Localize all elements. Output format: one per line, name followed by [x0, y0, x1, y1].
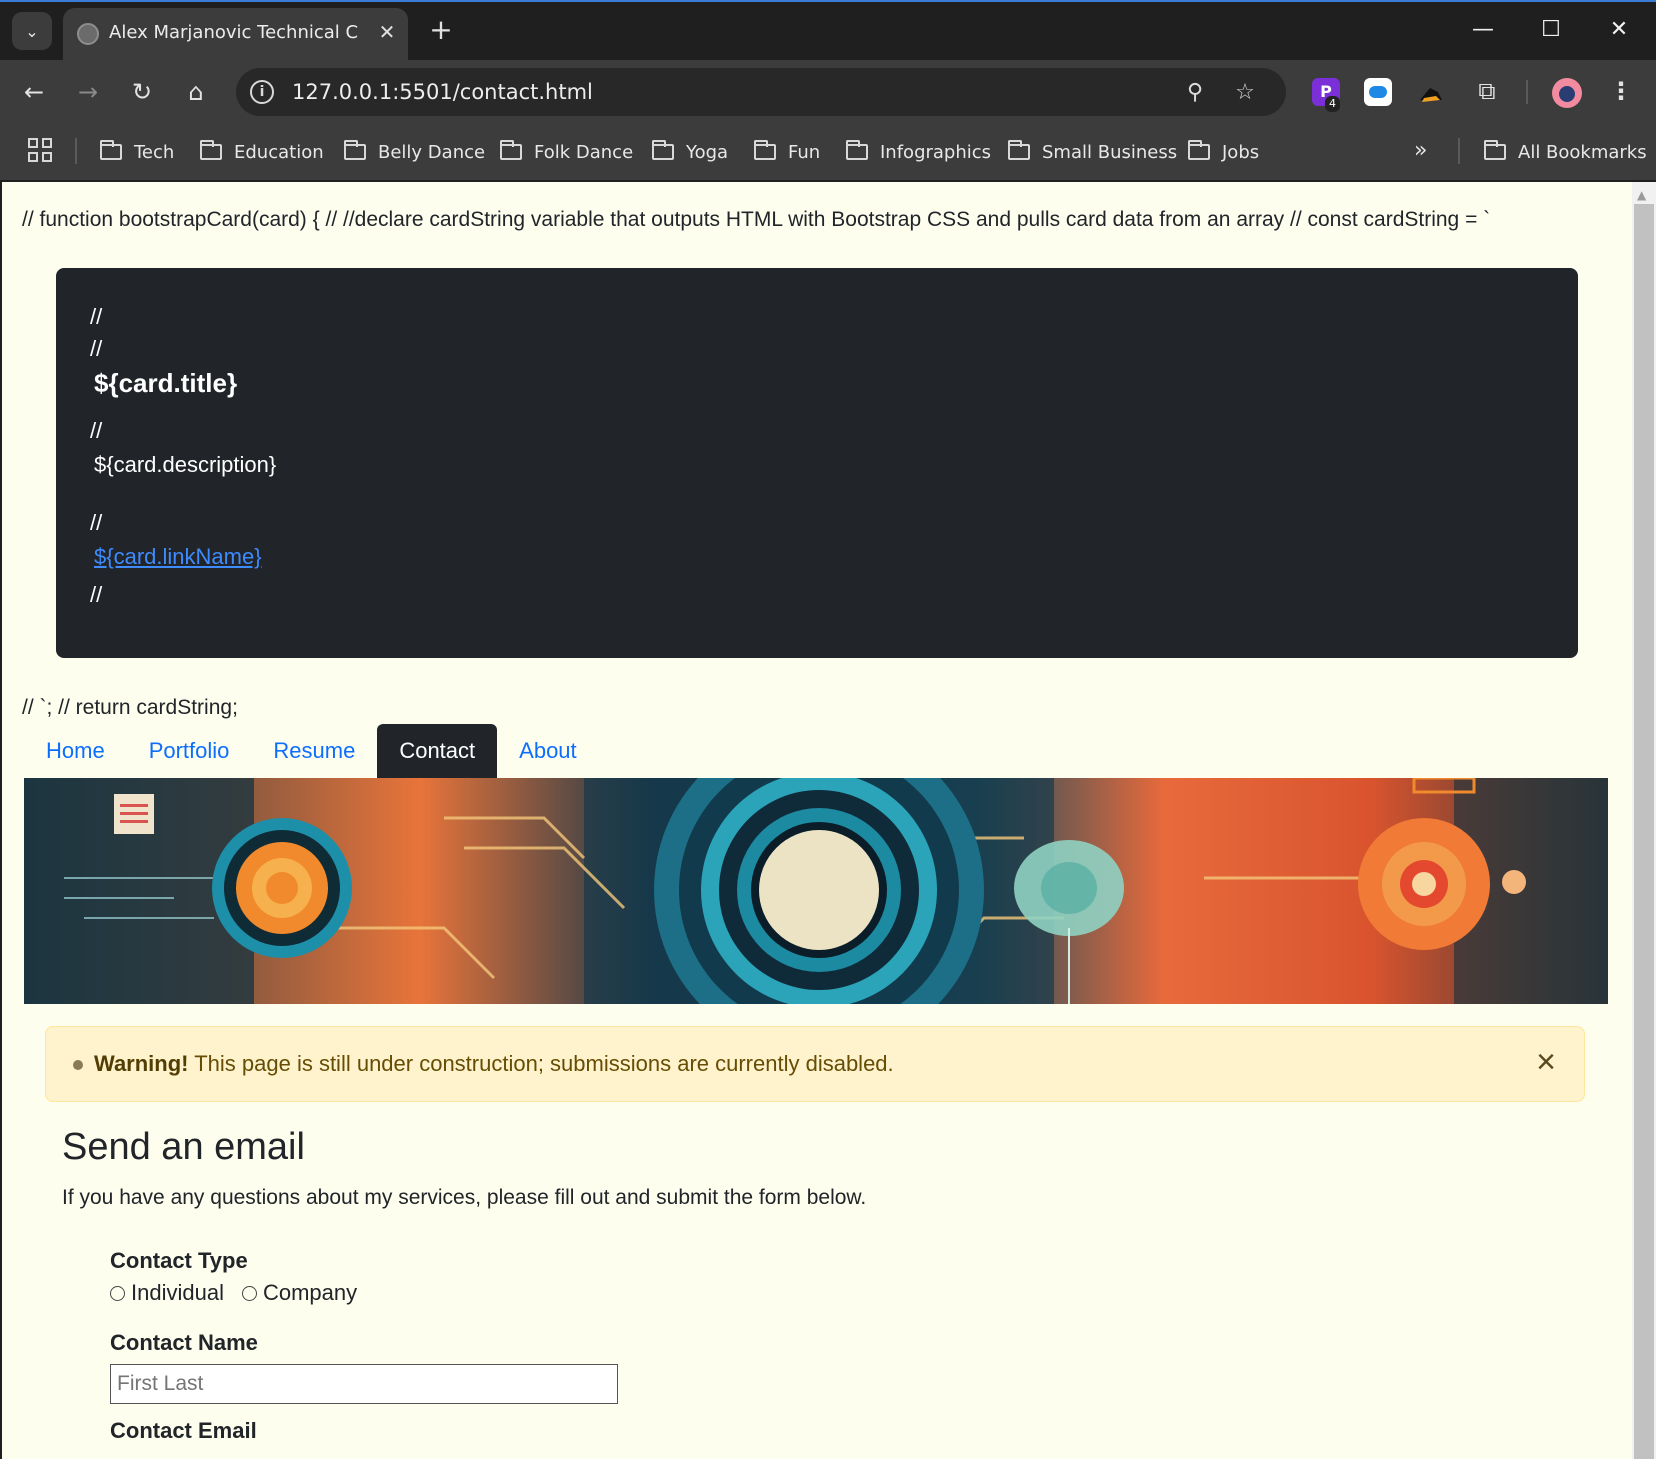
- alert-strong: Warning!: [94, 1051, 189, 1076]
- bookmarks-overflow-icon[interactable]: »: [1414, 138, 1427, 163]
- folder-icon: [754, 140, 776, 160]
- bookmarks-divider: [75, 138, 77, 164]
- nav-resume[interactable]: Resume: [251, 724, 377, 778]
- folder-icon: [344, 140, 366, 160]
- radio-individual-label[interactable]: Individual: [131, 1280, 224, 1306]
- radio-company-label[interactable]: Company: [263, 1280, 357, 1306]
- tab-search-button[interactable]: ⌄: [12, 12, 52, 50]
- bookmark-star-icon[interactable]: ☆: [1230, 78, 1260, 108]
- folder-icon: [1008, 140, 1030, 160]
- close-window-button[interactable]: ✕: [1594, 10, 1644, 50]
- page-viewport: // function bootstrapCard(card) { // //d…: [2, 182, 1632, 1459]
- alert-message: Warning! This page is still under constr…: [94, 1051, 894, 1077]
- browser-menu-icon[interactable]: ⋮: [1606, 74, 1636, 108]
- zoom-icon[interactable]: ⚲: [1180, 78, 1210, 108]
- card-title: ${card.title}: [94, 368, 238, 398]
- home-button[interactable]: ⌂: [176, 72, 216, 112]
- folder-icon: [652, 140, 674, 160]
- profile-avatar[interactable]: [1552, 78, 1582, 108]
- card-link[interactable]: ${card.linkName}: [94, 544, 262, 570]
- bookmark-folder-tech[interactable]: Tech: [100, 136, 174, 168]
- folder-icon: [1188, 140, 1210, 160]
- bullet-icon: [73, 1060, 83, 1070]
- minimize-button[interactable]: —: [1458, 10, 1508, 50]
- bookmark-folder-yoga[interactable]: Yoga: [652, 136, 728, 168]
- new-tab-button[interactable]: +: [424, 14, 458, 48]
- folder-icon: [846, 140, 868, 160]
- all-bookmarks-folder[interactable]: All Bookmarks: [1484, 136, 1647, 168]
- tab-title: Alex Marjanovic Technical Communicator: [109, 22, 359, 43]
- page-heading: Send an email: [62, 1126, 305, 1168]
- alert-close-icon[interactable]: ×: [1528, 1045, 1564, 1081]
- bookmark-folder-jobs[interactable]: Jobs: [1188, 136, 1259, 168]
- warning-alert: Warning! This page is still under constr…: [45, 1026, 1585, 1102]
- contact-type-radios: Individual Company: [110, 1280, 375, 1306]
- extension-badge: 4: [1325, 96, 1340, 112]
- forward-button[interactable]: →: [68, 72, 108, 112]
- extensions-puzzle-icon[interactable]: ⧉: [1470, 74, 1504, 108]
- contact-name-input[interactable]: [110, 1364, 618, 1404]
- card-comment: //: [90, 418, 103, 443]
- contact-email-label: Contact Email: [110, 1418, 257, 1443]
- site-nav: Home Portfolio Resume Contact About: [24, 724, 599, 778]
- maximize-button[interactable]: ☐: [1526, 10, 1576, 50]
- bookmark-folder-fun[interactable]: Fun: [754, 136, 820, 168]
- folder-icon: [1484, 140, 1506, 160]
- nav-portfolio[interactable]: Portfolio: [127, 724, 252, 778]
- folder-icon: [500, 140, 522, 160]
- tab-bar: ⌄ Alex Marjanovic Technical Communicator…: [0, 2, 1656, 60]
- globe-icon: [77, 23, 99, 45]
- code-comment-top: // function bootstrapCard(card) { // //d…: [22, 208, 1491, 231]
- radio-individual[interactable]: [110, 1285, 125, 1301]
- card-comment: //: [90, 510, 103, 535]
- scroll-up-arrow-icon[interactable]: ▲: [1637, 188, 1646, 202]
- browser-toolbar: ← → ↻ ⌂ i 127.0.0.1:5501/contact.html ⚲ …: [0, 60, 1656, 124]
- url-text[interactable]: 127.0.0.1:5501/contact.html: [292, 80, 593, 104]
- code-comment-bottom: // `; // return cardString;: [22, 696, 238, 719]
- card-comment: //: [90, 336, 103, 361]
- address-bar[interactable]: i 127.0.0.1:5501/contact.html ⚲ ☆: [236, 68, 1286, 116]
- template-card: // // ${card.title} // ${card.descriptio…: [56, 268, 1578, 658]
- hat-extension-icon[interactable]: [1416, 78, 1446, 106]
- folder-icon: [200, 140, 222, 160]
- card-comment: //: [90, 304, 103, 329]
- contact-name-label: Contact Name: [110, 1330, 258, 1355]
- nav-about[interactable]: About: [497, 724, 599, 778]
- radio-company[interactable]: [241, 1285, 257, 1301]
- nav-contact[interactable]: Contact: [377, 724, 498, 778]
- tab-close-icon[interactable]: ✕: [373, 18, 401, 46]
- scrollbar-thumb[interactable]: [1634, 204, 1654, 1459]
- page-lead: If you have any questions about my servi…: [62, 1186, 867, 1209]
- bookmarks-divider: [1458, 138, 1460, 164]
- reload-button[interactable]: ↻: [122, 72, 162, 112]
- folder-icon: [100, 140, 122, 160]
- nav-home[interactable]: Home: [24, 724, 127, 778]
- bookmarks-bar: Tech Education Belly Dance Folk Dance Yo…: [0, 124, 1656, 180]
- toolbar-divider: [1526, 80, 1528, 104]
- card-description: ${card.description}: [94, 452, 277, 477]
- site-info-icon[interactable]: i: [250, 80, 274, 104]
- browser-tab[interactable]: Alex Marjanovic Technical Communicator ✕: [63, 8, 408, 60]
- chevron-down-icon: ⌄: [25, 21, 39, 41]
- cloud-extension-icon[interactable]: [1364, 78, 1392, 106]
- bookmark-folder-education[interactable]: Education: [200, 136, 324, 168]
- bookmark-folder-small-business[interactable]: Small Business: [1008, 136, 1177, 168]
- hero-banner-image: [24, 778, 1608, 1004]
- bookmark-folder-infographics[interactable]: Infographics: [846, 136, 991, 168]
- card-comment: //: [90, 582, 103, 607]
- bookmark-folder-belly-dance[interactable]: Belly Dance: [344, 136, 485, 168]
- bookmark-folder-folk-dance[interactable]: Folk Dance: [500, 136, 633, 168]
- back-button[interactable]: ←: [14, 72, 54, 112]
- alert-text: This page is still under construction; s…: [194, 1051, 894, 1076]
- contact-type-label: Contact Type: [110, 1248, 248, 1273]
- apps-grid-icon[interactable]: [28, 138, 52, 162]
